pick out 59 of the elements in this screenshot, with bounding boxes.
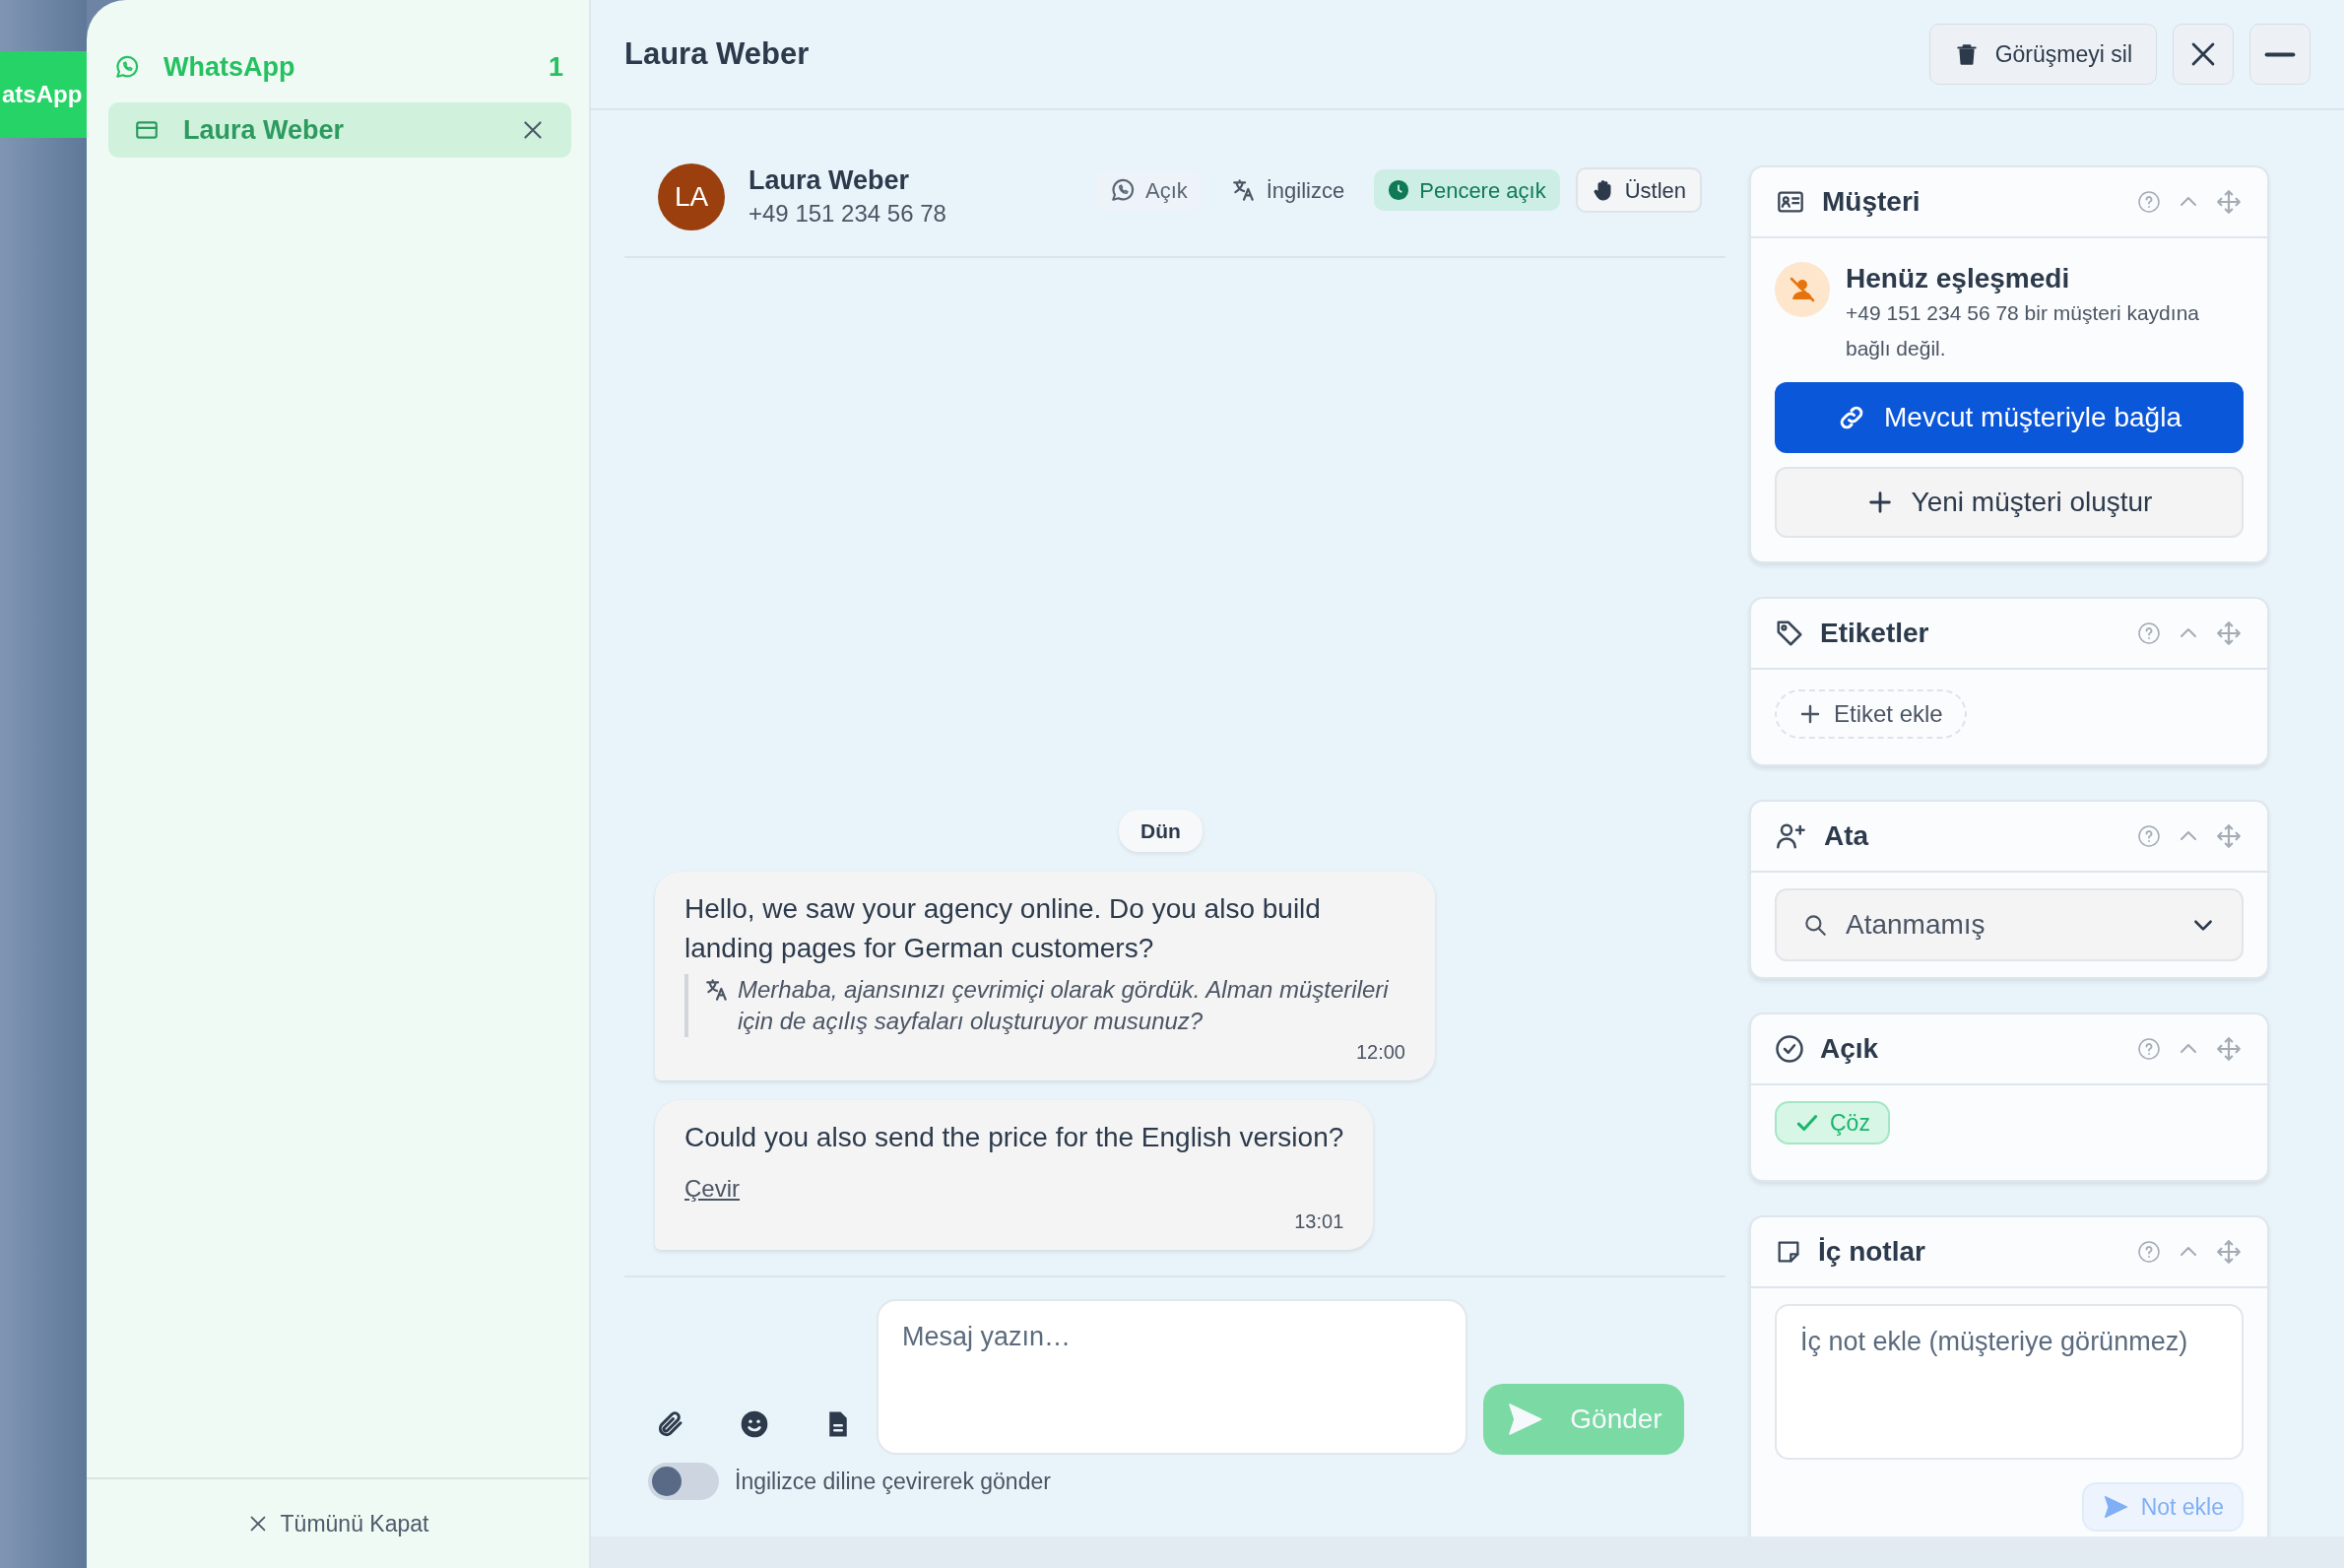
note-input[interactable]: İç not ekle (müşteriye görünmez) [1775, 1304, 2244, 1460]
plus-icon [1798, 702, 1822, 726]
help-icon[interactable] [2137, 824, 2161, 848]
channel-name: WhatsApp [163, 50, 296, 84]
minimize-icon [2263, 51, 2297, 57]
tag-icon [1775, 619, 1804, 648]
help-icon[interactable] [2137, 1037, 2161, 1061]
close-button[interactable] [2173, 24, 2234, 85]
language-label: İngilizce [1216, 169, 1359, 211]
message-input[interactable]: Mesaj yazın… [877, 1299, 1467, 1455]
translate-toggle[interactable] [648, 1463, 719, 1500]
whatsapp-icon [114, 54, 140, 80]
move-icon[interactable] [2216, 1036, 2242, 1062]
message-time: 13:01 [1294, 1210, 1344, 1232]
help-icon[interactable] [2137, 1240, 2161, 1264]
translate-icon [704, 977, 730, 1003]
link-customer-button[interactable]: Mevcut müşteriyle bağla [1775, 382, 2244, 453]
move-icon[interactable] [2216, 621, 2242, 646]
create-customer-button[interactable]: Yeni müşteri oluştur [1775, 467, 2244, 538]
conversation-title: Laura Weber [624, 35, 811, 73]
move-icon[interactable] [2216, 823, 2242, 849]
claim-button[interactable]: Üstlen [1575, 167, 1702, 213]
message-time: 12:00 [1355, 1041, 1405, 1063]
add-tag-button[interactable]: Etiket ekle [1775, 689, 1967, 739]
status-title: Henüz eşleşmedi [1846, 262, 2071, 295]
contact-phone: +49 151 234 56 78 [749, 199, 946, 229]
user-slash-icon [1775, 262, 1830, 317]
whatsapp-icon [1109, 177, 1136, 203]
contact-name: Laura Weber [749, 164, 911, 197]
date-divider: Dün [1119, 809, 1203, 852]
unread-count: 1 [548, 50, 563, 84]
person-plus-icon [1775, 821, 1808, 851]
smiley-icon[interactable] [739, 1408, 770, 1440]
translated-text: Merhaba, ajansınızı çevrimiçi olarak gördük. Alman müşterileri için de açılış sayfaları oluşturuyor musunuz? [738, 975, 1390, 1036]
check-circle-icon [1775, 1034, 1804, 1064]
window-status-chip: Pencere açık [1374, 169, 1560, 211]
minimize-button[interactable] [2249, 24, 2311, 85]
status-text: +49 151 234 56 78 bir müşteri kaydına bağlı değil. [1846, 300, 2200, 361]
contact-avatar: LA [658, 163, 725, 230]
assignee-select[interactable]: Atanmamış [1775, 888, 2244, 961]
move-icon[interactable] [2216, 1239, 2242, 1265]
help-icon[interactable] [2137, 190, 2161, 214]
channel-chip: Açık [1095, 169, 1202, 211]
panel-title: Açık [1820, 1032, 1880, 1066]
search-icon [1802, 912, 1828, 938]
delete-button[interactable]: Görüşmeyi sil [1928, 24, 2157, 85]
message-text: Could you also send the price for the English version? [684, 1121, 1344, 1154]
clock-icon [1388, 179, 1410, 201]
translate-icon [1230, 177, 1257, 203]
translate-link[interactable]: Çevir [684, 1171, 740, 1207]
panel-title: Etiketler [1820, 617, 1930, 650]
help-icon[interactable] [2137, 621, 2161, 645]
toggle-label: İngilizce diline çevirerek gönder [735, 1467, 1051, 1496]
close-all-button[interactable]: Tümünü Kapat [240, 1505, 435, 1542]
move-icon[interactable] [2216, 189, 2242, 215]
panel-title: İç notlar [1818, 1235, 1926, 1269]
message-text: Hello, we saw your agency online. Do you also build landing pages for German customers? [684, 892, 1322, 965]
panel-title: Müşteri [1822, 185, 1921, 219]
panel-title: Ata [1824, 819, 1870, 853]
